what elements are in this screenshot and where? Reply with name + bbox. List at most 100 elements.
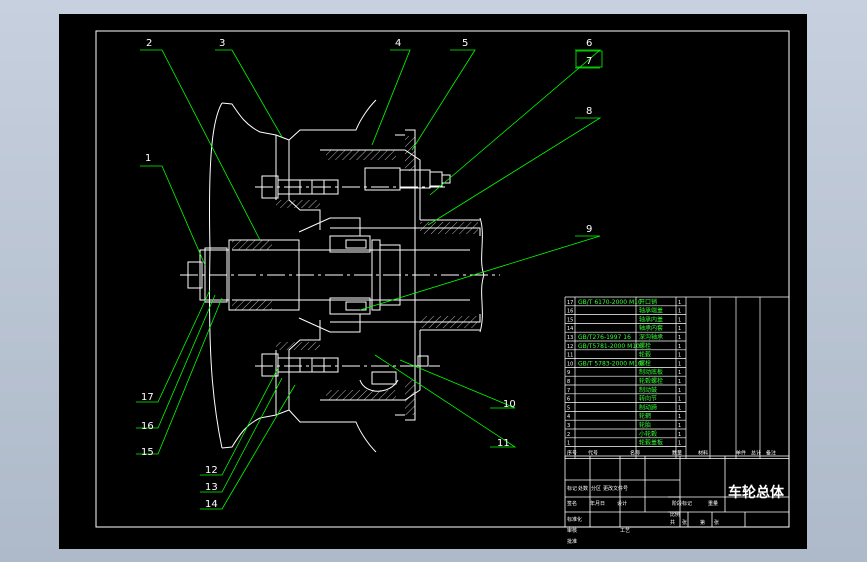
tb-label: 重量 bbox=[708, 500, 718, 507]
bom-row-no: 12 bbox=[567, 344, 573, 350]
bom-row-qty: 1 bbox=[678, 300, 681, 306]
part-label-7: 7 bbox=[586, 56, 592, 67]
part-label-17: 17 bbox=[141, 392, 154, 403]
part-label-8: 8 bbox=[586, 106, 592, 117]
bom-header: 数量 bbox=[672, 450, 682, 457]
bom-row-code: GB/T276-1997 16 bbox=[578, 334, 631, 341]
part-label-10: 10 bbox=[503, 399, 516, 410]
bom-header: 总计 bbox=[751, 450, 761, 457]
bom-row-name: 轮毂盖板 bbox=[639, 439, 663, 447]
bom-row-no: 2 bbox=[567, 432, 570, 438]
bom-row-code: GB/T 5783-2000 M10 bbox=[578, 360, 642, 367]
tb-label: 比例 bbox=[670, 511, 680, 518]
cad-drawing: 1 2 3 4 5 6 7 8 9 10 11 12 13 14 15 16 1… bbox=[59, 14, 807, 549]
bom-row-no: 6 bbox=[567, 397, 570, 403]
bom-row-qty: 1 bbox=[678, 344, 681, 350]
bom-row-qty: 1 bbox=[678, 317, 681, 323]
tb-label: 签名 bbox=[567, 500, 577, 507]
part-label-13: 13 bbox=[205, 482, 218, 493]
bom-row-name: 螺栓 bbox=[639, 342, 651, 350]
tb-label: 设计 bbox=[617, 500, 627, 507]
bom-row-no: 9 bbox=[567, 370, 570, 376]
bom-row-name: 螺栓 bbox=[639, 359, 651, 367]
tb-label: 处数 bbox=[578, 485, 588, 492]
tb-label: 工艺 bbox=[620, 528, 630, 534]
part-label-12: 12 bbox=[205, 465, 218, 476]
bom-header: 单件 bbox=[736, 450, 746, 457]
part-label-2: 2 bbox=[146, 38, 152, 49]
bom-row-name: 小轮毂 bbox=[639, 430, 657, 438]
bom-row-name: 深沟轴承 bbox=[639, 333, 663, 341]
tb-label: 分区 bbox=[591, 485, 601, 492]
bom-row-no: 4 bbox=[567, 414, 570, 420]
tb-label: 标记 bbox=[567, 485, 577, 492]
tb-label: 共 bbox=[670, 519, 675, 526]
bom-row-no: 7 bbox=[567, 388, 570, 394]
bom-row-name: 转向节 bbox=[639, 395, 657, 403]
bom-row-code: GB/T 6170-2000 M10 bbox=[578, 299, 642, 306]
bom-row-no: 14 bbox=[567, 326, 573, 332]
bom-row-qty: 1 bbox=[678, 414, 681, 420]
bom-row-name: 轴承内套 bbox=[639, 324, 663, 332]
tb-label: 标准化 bbox=[567, 516, 582, 523]
bom-row-no: 5 bbox=[567, 405, 570, 411]
bom-header: 代号 bbox=[588, 450, 598, 457]
bom-header: 材料 bbox=[698, 450, 708, 457]
bom-row-name: 开口销 bbox=[639, 298, 657, 306]
tb-label: 更改文件号 bbox=[603, 485, 628, 492]
bom-row-name: 轮辋 bbox=[639, 412, 651, 420]
bom-row-qty: 1 bbox=[678, 405, 681, 411]
bom-row-qty: 1 bbox=[678, 432, 681, 438]
bom-row-no: 15 bbox=[567, 317, 573, 323]
bom-row-name: 轴承端盖 bbox=[639, 307, 663, 315]
bom-row-qty: 1 bbox=[678, 397, 681, 403]
bom-row-name: 制动底板 bbox=[639, 368, 663, 376]
bom-row-qty: 1 bbox=[678, 388, 681, 394]
bom-row-name: 轮胎 bbox=[639, 421, 651, 429]
bom-row-no: 11 bbox=[567, 353, 573, 359]
bom-row-no: 10 bbox=[567, 361, 573, 367]
bom-row-no: 13 bbox=[567, 335, 573, 341]
bom-row-name: 制动鼓 bbox=[639, 386, 657, 394]
drawing-canvas bbox=[59, 14, 807, 549]
bom-row-qty: 1 bbox=[678, 370, 681, 376]
bom-row-name: 轮毂 bbox=[639, 351, 651, 359]
part-label-15: 15 bbox=[141, 447, 154, 458]
tb-label: 批准 bbox=[567, 538, 577, 545]
tb-label: 第 bbox=[700, 519, 705, 526]
bom-row-qty: 1 bbox=[678, 353, 681, 359]
part-label-6: 6 bbox=[586, 38, 592, 49]
part-label-3: 3 bbox=[219, 38, 225, 49]
bom-row-no: 3 bbox=[567, 423, 570, 429]
bom-row-name: 轮毂螺栓 bbox=[639, 377, 663, 385]
bom-header: 备注 bbox=[766, 450, 776, 457]
bom-row-qty: 1 bbox=[678, 335, 681, 341]
bom-row-no: 1 bbox=[567, 441, 570, 447]
bom-row-name: 制动蹄 bbox=[639, 403, 657, 411]
bom-row-no: 16 bbox=[567, 309, 573, 315]
drawing-title: 车轮总体 bbox=[728, 484, 785, 501]
part-label-4: 4 bbox=[395, 38, 401, 49]
tb-label: 张 bbox=[714, 519, 719, 526]
bom-row-no: 8 bbox=[567, 379, 570, 385]
bom-header: 序号 bbox=[567, 450, 577, 457]
bom-header: 名称 bbox=[630, 450, 640, 457]
bom-row-qty: 1 bbox=[678, 423, 681, 429]
cad-viewport: 1 2 3 4 5 6 7 8 9 10 11 12 13 14 15 16 1… bbox=[0, 0, 867, 562]
part-label-5: 5 bbox=[462, 38, 468, 49]
part-label-11: 11 bbox=[497, 438, 510, 449]
part-label-1: 1 bbox=[145, 153, 151, 164]
bom-row-qty: 1 bbox=[678, 361, 681, 367]
tb-label: 阶段标记 bbox=[672, 500, 692, 507]
bom-row-qty: 1 bbox=[678, 441, 681, 447]
bom-row-qty: 1 bbox=[678, 309, 681, 315]
tb-label: 年月日 bbox=[590, 500, 605, 507]
bom-row-name: 轴承内盖 bbox=[639, 315, 663, 323]
part-label-16: 16 bbox=[141, 421, 154, 432]
bom-row-no: 17 bbox=[567, 300, 573, 306]
part-label-14: 14 bbox=[205, 499, 218, 510]
tb-label: 张 bbox=[682, 519, 687, 526]
bom-row-code: GB/T5781-2000 M10 bbox=[578, 343, 640, 350]
part-label-9: 9 bbox=[586, 224, 592, 235]
tb-label: 审核 bbox=[567, 527, 577, 534]
